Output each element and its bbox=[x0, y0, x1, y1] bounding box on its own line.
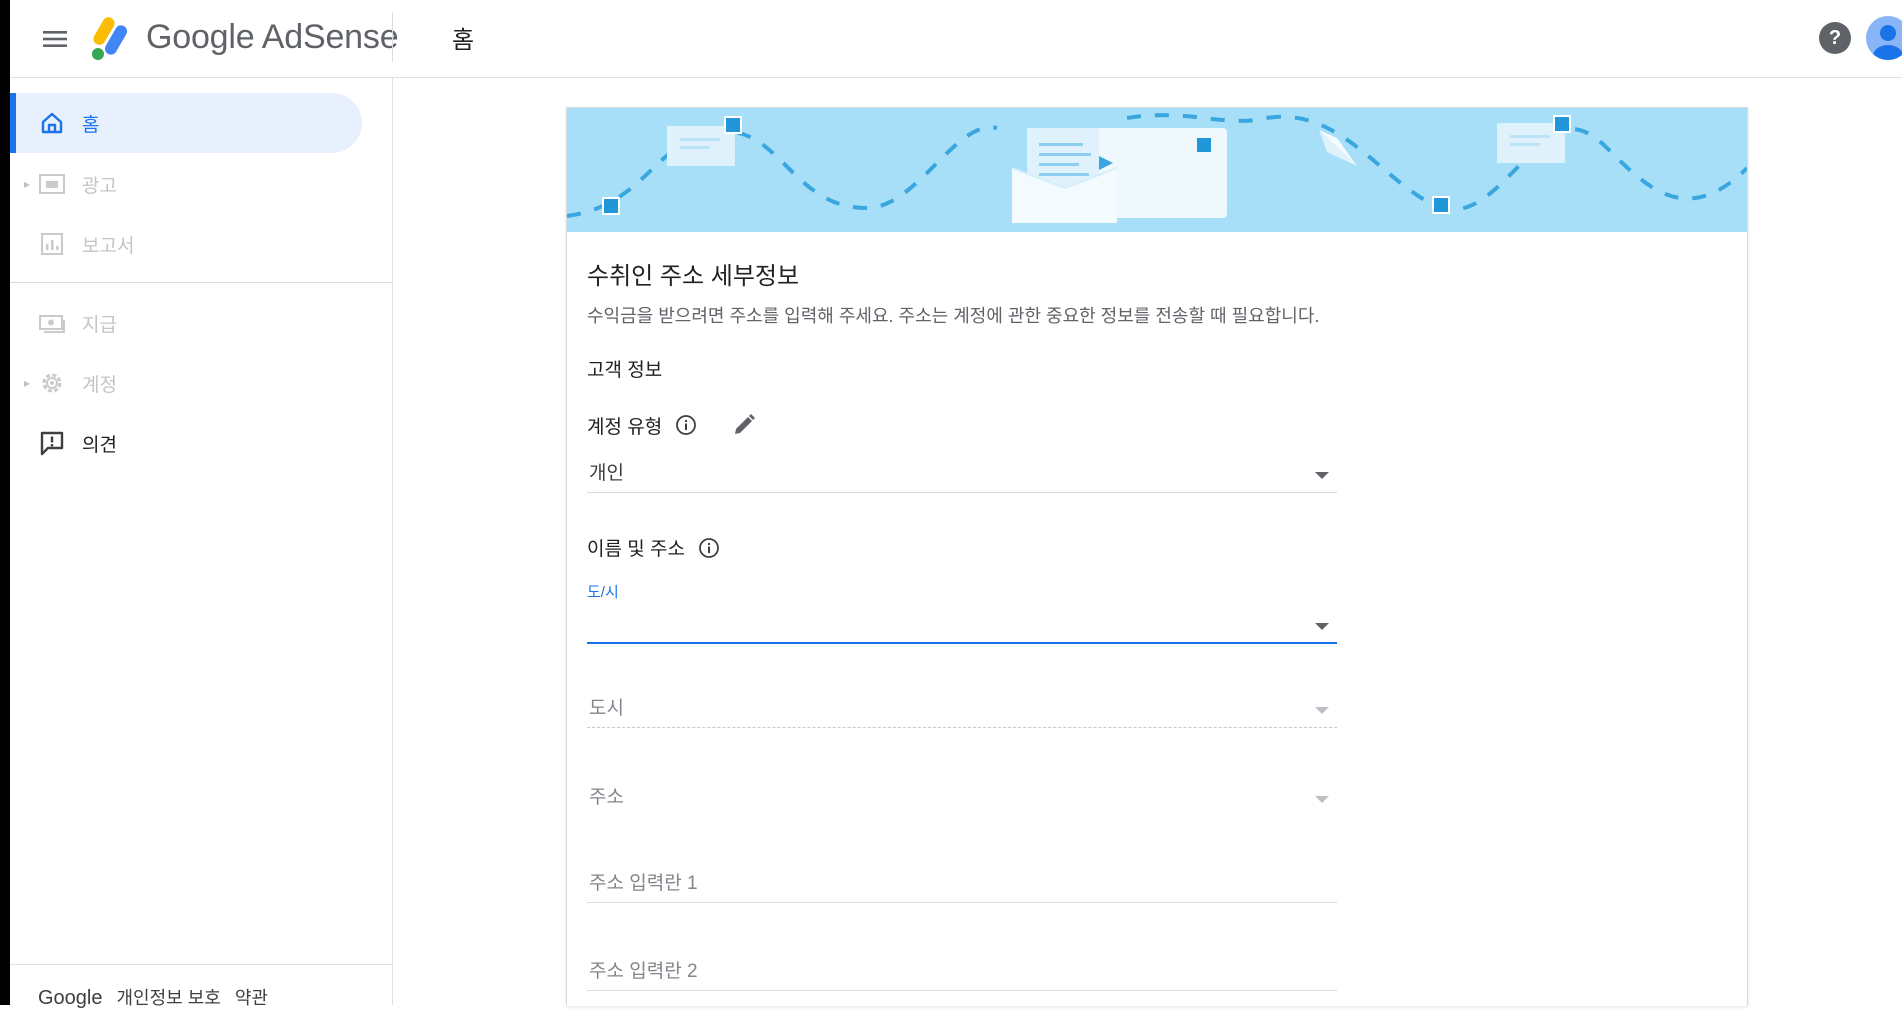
avatar[interactable] bbox=[1866, 16, 1902, 60]
ads-icon bbox=[38, 170, 66, 198]
sidebar-item-label: 보고서 bbox=[82, 235, 135, 257]
edit-pencil-icon[interactable] bbox=[730, 411, 758, 439]
account-type-select[interactable]: 개인 bbox=[587, 453, 1337, 493]
mail-illustration-banner bbox=[567, 108, 1747, 232]
account-type-value: 개인 bbox=[589, 463, 624, 484]
sidebar-divider bbox=[10, 282, 392, 283]
name-address-label: 이름 및 주소 bbox=[587, 539, 685, 560]
address-line2-placeholder: 주소 입력란 2 bbox=[589, 961, 698, 982]
adsense-logo-icon bbox=[92, 17, 127, 60]
select-underline bbox=[587, 642, 1337, 644]
dropdown-arrow-icon bbox=[1315, 707, 1329, 714]
help-icon[interactable]: ? bbox=[1819, 22, 1851, 54]
sidebar-footer: Google 개인정보 보호 약관 bbox=[38, 984, 268, 1010]
sidebar-item-reports[interactable]: 보고서 bbox=[10, 214, 362, 274]
sidebar: 홈 ▸ 광고 보고서 지급 ▸ 계정 의견 Google 개인정보 보호 약관 bbox=[10, 78, 393, 1009]
gear-icon bbox=[38, 369, 66, 397]
account-type-label: 계정 유형 bbox=[587, 416, 663, 438]
sidebar-item-label: 광고 bbox=[82, 175, 117, 197]
info-icon[interactable] bbox=[674, 413, 698, 437]
sidebar-item-label: 지급 bbox=[82, 314, 117, 336]
address-line1-placeholder: 주소 입력란 1 bbox=[589, 873, 698, 894]
account-type-label-row: 계정 유형 bbox=[587, 411, 758, 439]
home-icon bbox=[38, 109, 66, 137]
feedback-icon bbox=[38, 429, 66, 457]
input-underline bbox=[587, 990, 1337, 991]
address-select[interactable]: 주소 bbox=[587, 777, 1337, 817]
sidebar-item-payments[interactable]: 지급 bbox=[10, 293, 362, 353]
expand-arrow-icon: ▸ bbox=[24, 177, 31, 191]
dropdown-arrow-icon bbox=[1315, 796, 1329, 803]
expand-arrow-icon: ▸ bbox=[24, 376, 31, 390]
header-divider bbox=[392, 12, 393, 62]
province-select[interactable] bbox=[587, 604, 1337, 644]
city-placeholder: 도시 bbox=[589, 698, 624, 719]
address-line2-input[interactable]: 주소 입력란 2 bbox=[587, 951, 1337, 991]
page-title: 홈 bbox=[452, 27, 475, 54]
select-underline bbox=[587, 727, 1337, 728]
province-floating-label: 도/시 bbox=[587, 584, 619, 601]
form-title: 수취인 주소 세부정보 bbox=[587, 263, 800, 290]
hamburger-icon bbox=[43, 31, 67, 47]
form-description: 수익금을 받으려면 주소를 입력해 주세요. 주소는 계정에 관한 중요한 정보… bbox=[587, 306, 1320, 326]
terms-link[interactable]: 약관 bbox=[235, 984, 268, 1010]
user-avatar-icon bbox=[1873, 25, 1902, 60]
city-select[interactable]: 도시 bbox=[587, 688, 1337, 728]
address-placeholder: 주소 bbox=[589, 787, 624, 808]
google-wordmark: Google bbox=[38, 987, 103, 1009]
select-underline bbox=[587, 492, 1337, 493]
sidebar-item-home[interactable]: 홈 bbox=[10, 93, 362, 153]
dropdown-arrow-icon bbox=[1315, 623, 1329, 630]
privacy-link[interactable]: 개인정보 보호 bbox=[117, 984, 221, 1010]
sidebar-item-label: 홈 bbox=[82, 114, 100, 136]
brand-name: Google AdSense bbox=[146, 18, 399, 56]
menu-button[interactable] bbox=[38, 22, 72, 56]
sidebar-item-ads[interactable]: ▸ 광고 bbox=[10, 154, 362, 214]
envelope-illustration-icon bbox=[567, 113, 1747, 223]
name-address-label-row: 이름 및 주소 bbox=[587, 534, 721, 561]
address-line1-input[interactable]: 주소 입력란 1 bbox=[587, 863, 1337, 903]
dropdown-arrow-icon bbox=[1315, 472, 1329, 479]
window-edge bbox=[0, 0, 10, 1005]
payments-icon bbox=[38, 309, 66, 337]
sidebar-item-label: 의견 bbox=[82, 434, 117, 456]
info-icon[interactable] bbox=[697, 536, 721, 560]
reports-icon bbox=[38, 230, 66, 258]
input-underline bbox=[587, 902, 1337, 903]
address-form-card: 수취인 주소 세부정보 수익금을 받으려면 주소를 입력해 주세요. 주소는 계… bbox=[566, 107, 1748, 1006]
sidebar-item-label: 계정 bbox=[82, 374, 117, 396]
sidebar-item-account[interactable]: ▸ 계정 bbox=[10, 353, 362, 413]
sidebar-item-feedback[interactable]: 의견 bbox=[10, 413, 362, 473]
app-header: Google AdSense 홈 ? bbox=[10, 0, 1902, 78]
footer-divider bbox=[10, 964, 392, 965]
customer-info-heading: 고객 정보 bbox=[587, 360, 663, 381]
